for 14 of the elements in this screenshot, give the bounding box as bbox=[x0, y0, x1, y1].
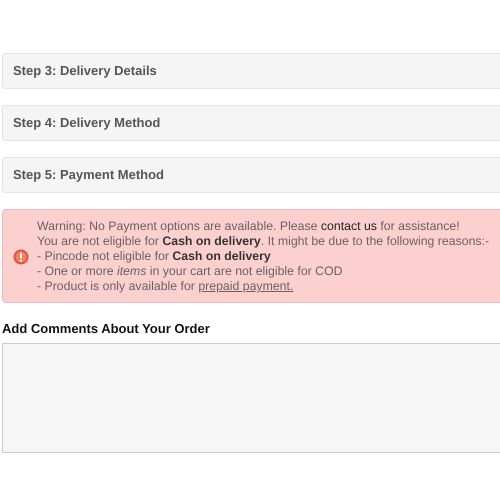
exclamation-icon bbox=[13, 248, 29, 264]
alert-text: - Pincode not eligible for Cash on delivery bbox=[37, 249, 271, 263]
alert-text: You are not eligible for Cash on delivery. It might be due to the following reasons:- bbox=[37, 234, 490, 248]
step-panel[interactable]: Step 5: Payment Method bbox=[2, 157, 500, 193]
alert-text: - One or more items in your cart are not eligible for COD bbox=[37, 264, 343, 278]
step-panel[interactable]: Step 4: Delivery Method bbox=[2, 105, 500, 141]
comments-field[interactable] bbox=[2, 342, 500, 452]
comments-label: Add Comments About Your Order bbox=[2, 320, 211, 338]
alert-text: - Product is only available for bbox=[37, 279, 196, 293]
alert-text: for assistance! bbox=[379, 219, 460, 233]
step-panel[interactable]: Step 3: Delivery Details bbox=[2, 53, 500, 89]
alert-link[interactable]: prepaid payment. bbox=[198, 279, 294, 293]
alert-link[interactable]: contact us bbox=[320, 219, 377, 233]
alert-text: Warning: No Payment options are available. Please bbox=[37, 219, 318, 233]
